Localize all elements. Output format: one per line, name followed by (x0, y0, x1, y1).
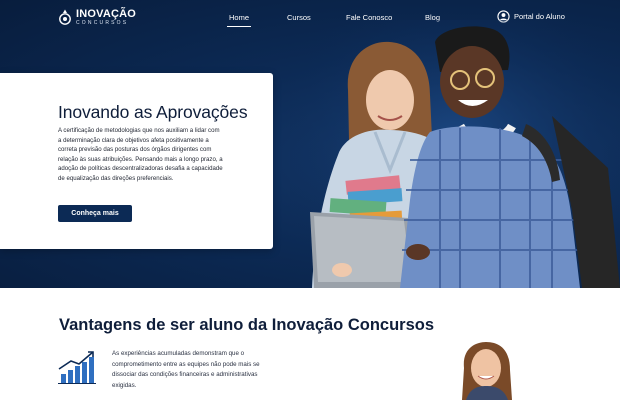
hero-section: INOVAÇÃO CONCURSOS Home Cursos Fale Cono… (0, 0, 620, 288)
smiling-student-photo (462, 342, 512, 400)
growth-chart-icon (58, 351, 96, 384)
students-with-laptop-photo (290, 20, 620, 288)
menu-item-home[interactable]: Home (226, 13, 252, 27)
conheca-mais-button[interactable]: Conheça mais (58, 205, 132, 222)
page: INOVAÇÃO CONCURSOS Home Cursos Fale Cono… (0, 0, 620, 400)
hero-description: A certificação de metodologias que nos a… (58, 127, 223, 182)
advantages-description: As experiências acumuladas demonstram qu… (112, 350, 260, 389)
hero-title: Inovando as Aprovações (58, 102, 248, 122)
advantages-title: Vantagens de ser aluno da Inovação Concu… (59, 316, 435, 334)
hero-card: Inovando as Aprovações A certificação de… (0, 73, 273, 249)
